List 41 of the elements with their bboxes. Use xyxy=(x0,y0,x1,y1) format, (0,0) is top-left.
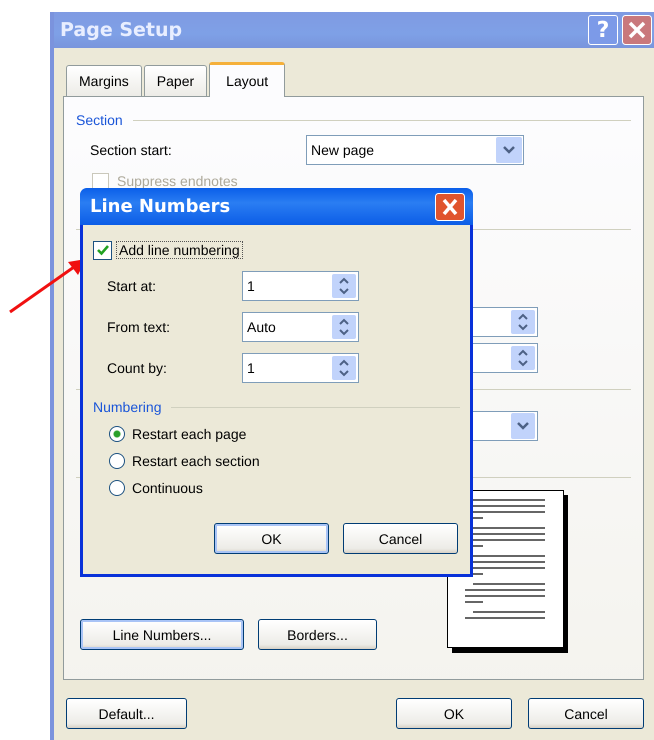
chevron-down-icon[interactable] xyxy=(511,413,535,439)
close-icon[interactable] xyxy=(622,15,652,45)
radio-label: Restart each page xyxy=(132,426,246,442)
checkmark-icon xyxy=(96,243,110,257)
dialog-button[interactable]: Cancel xyxy=(343,523,458,554)
spin-arrows-icon[interactable] xyxy=(511,346,535,370)
radio-button[interactable] xyxy=(109,480,125,496)
spinner-field[interactable]: Auto xyxy=(242,312,359,342)
field-label: Count by: xyxy=(107,360,168,376)
default-button[interactable]: Default... xyxy=(66,698,187,729)
checkbox-label: Add line numbering xyxy=(116,241,243,259)
cancel-button[interactable]: Cancel xyxy=(528,698,644,729)
field-label: Section start: xyxy=(90,142,173,158)
spinner-field[interactable]: 1 xyxy=(242,352,359,382)
spin-arrows-icon[interactable] xyxy=(332,274,356,298)
spinner-field[interactable]: 1 xyxy=(242,270,359,300)
dialog-button[interactable]: Borders... xyxy=(258,619,377,650)
tab[interactable]: Layout xyxy=(209,62,286,97)
spin-arrows-icon[interactable] xyxy=(332,356,356,380)
dialog-title: Line Numbers xyxy=(90,196,230,217)
spin-arrows-icon[interactable] xyxy=(332,314,356,338)
radio-button[interactable] xyxy=(109,452,125,468)
group-heading: Numbering xyxy=(93,399,162,415)
spin-arrows-icon[interactable] xyxy=(511,310,535,334)
tab[interactable]: Paper xyxy=(144,65,208,96)
tab[interactable]: Margins xyxy=(66,65,142,96)
checkbox-label: Suppress endnotes xyxy=(117,173,238,189)
radio-button[interactable] xyxy=(109,426,125,442)
dialog-button[interactable]: OK xyxy=(214,523,329,554)
field-label: From text: xyxy=(107,318,172,334)
dialog-button[interactable]: Line Numbers... xyxy=(80,619,244,650)
section-start-dropdown[interactable]: New page xyxy=(306,135,524,165)
checkbox[interactable] xyxy=(93,240,112,260)
chevron-down-icon[interactable] xyxy=(496,137,522,163)
window-title: Page Setup xyxy=(60,19,184,41)
field-label: Start at: xyxy=(107,278,158,294)
radio-label: Restart each section xyxy=(132,452,260,468)
close-icon[interactable] xyxy=(435,192,465,220)
group-heading: Section xyxy=(76,112,123,128)
ok-button[interactable]: OK xyxy=(396,698,512,729)
radio-label: Continuous xyxy=(132,480,203,496)
